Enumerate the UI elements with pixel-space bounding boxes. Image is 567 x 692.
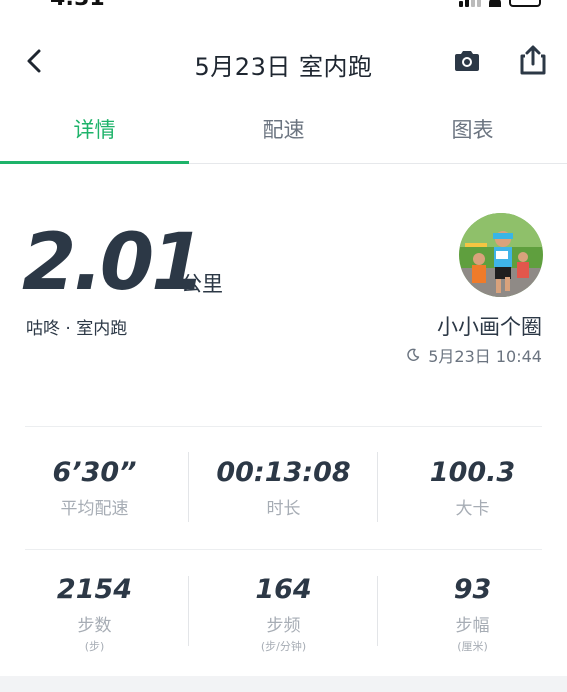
stat-value: 93	[453, 574, 492, 605]
share-icon	[520, 45, 546, 75]
tab-charts[interactable]: 图表	[378, 100, 567, 163]
stat-label: 步数	[77, 616, 112, 636]
camera-icon	[455, 51, 479, 71]
activity-datetime: 5月23日 10:44	[406, 343, 542, 367]
distance-value: 2.01	[22, 218, 205, 308]
stat-calories: 100.3 大卡	[378, 456, 567, 519]
stat-unit: (厘米)	[457, 640, 488, 653]
stat-value: 164	[255, 574, 312, 605]
distance-unit: 公里	[181, 272, 223, 296]
wifi-icon	[489, 0, 501, 7]
stat-value: 00:13:08	[216, 457, 351, 488]
moon-icon	[407, 348, 420, 361]
avatar-photo	[459, 213, 543, 297]
camera-button[interactable]	[452, 46, 482, 76]
section-separator	[0, 676, 567, 692]
datetime-text: 5月23日 10:44	[428, 347, 542, 366]
nav-bar: 5月23日 室内跑	[0, 30, 567, 94]
stat-value: 100.3	[429, 457, 516, 488]
stat-stride: 93 步幅 (厘米)	[378, 573, 567, 654]
stat-label: 大卡	[455, 499, 490, 519]
stat-cadence: 164 步频 (步/分钟)	[189, 573, 378, 654]
stat-label: 时长	[266, 499, 301, 519]
tab-bar: 详情 配速 图表	[0, 100, 567, 164]
tab-pace[interactable]: 配速	[189, 100, 378, 163]
active-tab-indicator	[0, 161, 189, 164]
signal-icon	[459, 0, 481, 7]
username[interactable]: 小小画个圈	[437, 311, 542, 341]
activity-type: 咕咚 · 室内跑	[26, 319, 128, 339]
avatar[interactable]	[459, 213, 543, 297]
stats-divider-middle	[25, 549, 542, 550]
stat-avg-pace: 6’30” 平均配速	[0, 456, 189, 519]
stat-duration: 00:13:08 时长	[189, 456, 378, 519]
status-bar: 4:31	[0, 0, 567, 12]
status-icons	[459, 0, 541, 7]
stat-label: 步频	[266, 616, 301, 636]
stat-label: 步幅	[455, 616, 490, 636]
battery-icon	[509, 0, 541, 7]
share-button[interactable]	[518, 44, 548, 76]
stat-value: 6’30”	[52, 457, 137, 488]
stat-label: 平均配速	[60, 499, 129, 519]
stat-steps: 2154 步数 (步)	[0, 573, 189, 654]
stat-value: 2154	[56, 574, 133, 605]
stat-unit: (步)	[84, 640, 105, 653]
stats-divider-top	[25, 426, 542, 427]
status-time: 4:31	[50, 0, 105, 11]
tab-details[interactable]: 详情	[0, 100, 189, 163]
stat-unit: (步/分钟)	[260, 640, 307, 653]
